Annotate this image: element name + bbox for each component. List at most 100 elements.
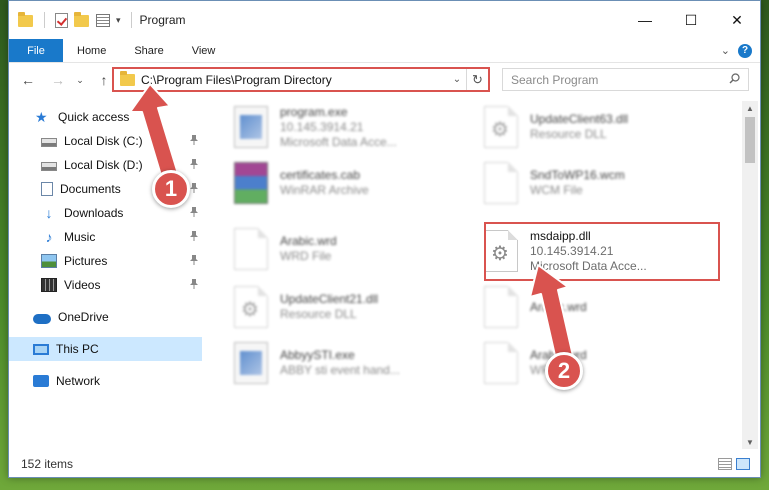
star-icon: ★ — [35, 109, 48, 125]
expand-ribbon-chevron-icon[interactable]: ⌄ — [721, 44, 730, 57]
tab-view[interactable]: View — [178, 39, 230, 62]
file-version: 10.145.3914.21 — [280, 119, 364, 134]
properties-check-icon[interactable] — [55, 12, 68, 28]
recent-locations-chevron-icon[interactable]: ⌄ — [69, 69, 91, 91]
file-item[interactable]: UpdateClient63.dllResource DLL — [464, 99, 699, 155]
file-type: Resource DLL — [530, 127, 607, 141]
videos-icon — [41, 278, 57, 292]
file-item[interactable]: SndToWP16.wcm WCM File — [464, 155, 699, 211]
toolbar-separator — [130, 12, 132, 28]
sidebar-item-network[interactable]: Network — [9, 369, 202, 393]
file-item[interactable]: AbbyySTI.exe ABBY sti event hand... — [214, 335, 449, 391]
drive-icon — [41, 138, 57, 147]
file-description: Microsoft Data Acce... — [280, 134, 397, 149]
file-item[interactable]: UpdateClient21.dllResource DLL — [214, 279, 449, 335]
step-badge-1: 1 — [152, 170, 190, 208]
file-name: Arabic.wrd — [280, 234, 337, 248]
minimize-button[interactable]: — — [622, 1, 668, 39]
file-type: WCM File — [530, 183, 583, 197]
forward-arrow-icon[interactable]: → — [47, 69, 69, 91]
search-placeholder: Search Program — [511, 72, 599, 87]
sidebar-item-pictures[interactable]: Pictures — [9, 249, 202, 273]
pin-icon[interactable] — [190, 255, 198, 265]
file-icon — [484, 162, 518, 204]
navigation-bar: ← → ⌄ ↑ C:\Program Files\Program Directo… — [9, 63, 760, 97]
sidebar-item-local-disk-c[interactable]: Local Disk (C:) — [9, 129, 202, 153]
file-name: certificates.cab — [280, 168, 361, 182]
archive-icon — [234, 162, 268, 204]
back-arrow-icon[interactable]: ← — [17, 69, 39, 91]
file-description: ABBY sti event hand... — [280, 363, 400, 377]
details-view-icon[interactable] — [718, 458, 732, 470]
file-name: program.exe — [280, 104, 348, 119]
properties-icon[interactable] — [96, 13, 110, 27]
sidebar-item-label: Network — [56, 374, 101, 388]
scroll-down-arrow-icon[interactable]: ▼ — [742, 435, 758, 449]
file-icon — [484, 342, 518, 384]
sidebar-item-label: OneDrive — [58, 310, 109, 324]
help-icon[interactable]: ? — [738, 43, 752, 58]
toolbar-separator — [44, 12, 45, 28]
close-button[interactable]: ✕ — [714, 1, 760, 39]
address-path[interactable]: C:\Program Files\Program Directory — [141, 73, 448, 87]
sidebar-item-onedrive[interactable]: OneDrive — [9, 305, 202, 329]
sidebar-item-quick-access[interactable]: ★ Quick access — [9, 105, 202, 129]
sidebar-item-music[interactable]: ♪ Music — [9, 225, 202, 249]
sidebar-item-label: Local Disk (C:) — [64, 134, 143, 148]
sidebar-item-this-pc[interactable]: This PC — [9, 337, 202, 361]
file-name: Arabic.wrd — [530, 299, 587, 314]
exe-icon — [234, 106, 268, 148]
maximize-button[interactable]: ☐ — [668, 1, 714, 39]
file-name: UpdateClient63.dll — [530, 112, 629, 126]
tab-file[interactable]: File — [9, 39, 63, 62]
item-count: 152 items — [21, 457, 74, 471]
pin-icon[interactable] — [190, 183, 198, 193]
scroll-up-arrow-icon[interactable]: ▲ — [742, 101, 758, 115]
sidebar-item-label: Quick access — [58, 110, 130, 124]
address-bar[interactable]: C:\Program Files\Program Directory ⌄ ↻ — [112, 67, 490, 92]
step-badge-2: 2 — [545, 352, 583, 390]
dll-icon — [484, 106, 518, 148]
ribbon-tabs: File Home Share View ⌄ ? — [9, 39, 760, 63]
tab-home[interactable]: Home — [63, 39, 120, 62]
file-icon — [484, 286, 518, 328]
dll-icon — [234, 286, 268, 328]
music-icon: ♪ — [45, 229, 53, 245]
refresh-icon[interactable]: ↻ — [466, 69, 488, 90]
search-input[interactable]: Search Program — [502, 68, 749, 91]
address-folder-icon — [120, 70, 135, 86]
tiles-view-icon[interactable] — [736, 458, 750, 470]
status-bar: 152 items — [9, 451, 760, 477]
sidebar-item-label: Videos — [64, 278, 101, 292]
file-type: Resource DLL — [280, 307, 357, 321]
sidebar-item-label: Documents — [60, 182, 121, 196]
address-dropdown-icon[interactable]: ⌄ — [448, 74, 466, 85]
pin-icon[interactable] — [190, 231, 198, 241]
customize-toolbar-chevron-icon[interactable]: ▾ — [116, 15, 121, 26]
sidebar-item-label: Downloads — [64, 206, 124, 220]
file-name: SndToWP16.wcm — [530, 168, 625, 182]
pin-icon[interactable] — [190, 207, 198, 217]
pictures-icon — [41, 254, 57, 268]
tab-share[interactable]: Share — [120, 39, 177, 62]
onedrive-icon — [33, 313, 51, 324]
pin-icon[interactable] — [190, 159, 198, 169]
window-title: Program — [139, 13, 186, 27]
file-item[interactable]: program.exe 10.145.3914.21 Microsoft Data … — [214, 99, 449, 155]
sidebar-item-label: Local Disk (D:) — [64, 158, 143, 172]
scrollbar-thumb[interactable] — [745, 117, 755, 163]
file-item[interactable]: Arabic.wrdWRD File — [214, 221, 449, 277]
vertical-scrollbar[interactable]: ▲ ▼ — [742, 101, 758, 449]
sidebar-item-videos[interactable]: Videos — [9, 273, 202, 297]
exe-icon — [234, 342, 268, 384]
new-folder-icon[interactable] — [74, 12, 90, 28]
file-type: WRD File — [280, 249, 332, 263]
pin-icon[interactable] — [190, 135, 198, 145]
highlight-box — [484, 222, 720, 281]
file-item[interactable]: certificates.cab WinRAR Archive — [214, 155, 449, 211]
search-icon — [729, 73, 740, 84]
pin-icon[interactable] — [190, 279, 198, 289]
quick-access-toolbar: ▾ — [9, 12, 136, 28]
file-item[interactable]: Arabic.wrd — [464, 279, 699, 335]
documents-icon — [41, 182, 53, 196]
